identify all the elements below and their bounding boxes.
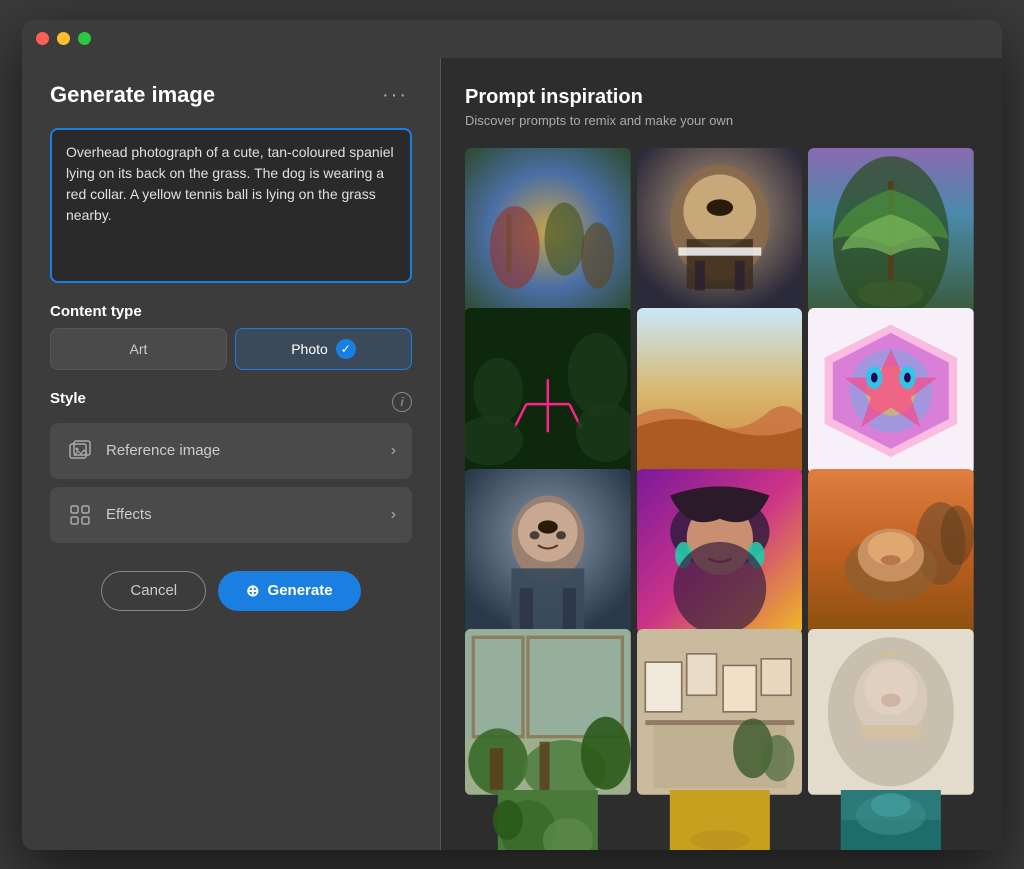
grid-image-15[interactable] — [808, 790, 974, 850]
style-row: Style i — [50, 390, 412, 415]
content-type-buttons: Art Photo ✓ — [50, 328, 412, 370]
more-options-button[interactable]: ··· — [378, 83, 412, 107]
effects-left: Effects — [66, 501, 152, 529]
actions-row: Cancel ⊕ Generate — [50, 571, 412, 611]
selected-checkmark: ✓ — [336, 339, 356, 359]
inspiration-title: Prompt inspiration — [465, 86, 978, 109]
traffic-lights — [36, 32, 91, 45]
grid-image-6[interactable] — [808, 308, 974, 474]
style-info-icon[interactable]: i — [392, 392, 412, 412]
grid-image-5[interactable] — [637, 308, 803, 474]
content-type-section: Content type Art Photo ✓ — [50, 303, 412, 370]
reference-image-left: Reference image — [66, 437, 220, 465]
main-content: Generate image ··· Overhead photograph o… — [22, 58, 1002, 850]
effects-chevron: › — [391, 506, 396, 524]
grid-image-7[interactable] — [465, 469, 631, 635]
grid-image-11[interactable] — [637, 629, 803, 795]
main-window: Generate image ··· Overhead photograph o… — [22, 20, 1002, 850]
maximize-button[interactable] — [78, 32, 91, 45]
panel-title: Generate image — [50, 82, 215, 108]
effects-icon — [66, 501, 94, 529]
effects-label: Effects — [106, 506, 152, 523]
prompt-textarea[interactable]: Overhead photograph of a cute, tan-colou… — [50, 128, 412, 283]
reference-image-chevron: › — [391, 442, 396, 460]
left-panel: Generate image ··· Overhead photograph o… — [22, 58, 440, 850]
effects-row[interactable]: Effects › — [50, 487, 412, 543]
grid-image-8[interactable] — [637, 469, 803, 635]
art-label: Art — [130, 341, 148, 357]
grid-image-1[interactable] — [465, 148, 631, 314]
grid-image-2[interactable] — [637, 148, 803, 314]
grid-image-12[interactable] — [808, 629, 974, 795]
titlebar — [22, 20, 1002, 58]
photo-button[interactable]: Photo ✓ — [235, 328, 412, 370]
art-button[interactable]: Art — [50, 328, 227, 370]
grid-image-4[interactable] — [465, 308, 631, 474]
cancel-button[interactable]: Cancel — [101, 571, 206, 611]
minimize-button[interactable] — [57, 32, 70, 45]
grid-image-10[interactable] — [465, 629, 631, 795]
reference-image-label: Reference image — [106, 442, 220, 459]
grid-image-14[interactable] — [637, 790, 803, 850]
right-panel: Prompt inspiration Discover prompts to r… — [441, 58, 1002, 850]
content-type-label: Content type — [50, 303, 412, 320]
grid-image-9[interactable] — [808, 469, 974, 635]
grid-image-3[interactable] — [808, 148, 974, 314]
generate-icon: ⊕ — [246, 581, 259, 601]
reference-image-icon — [66, 437, 94, 465]
generate-label: Generate — [268, 582, 333, 599]
photo-label: Photo — [291, 341, 328, 357]
image-grid — [465, 148, 978, 850]
inspiration-subtitle: Discover prompts to remix and make your … — [465, 113, 978, 128]
close-button[interactable] — [36, 32, 49, 45]
panel-header: Generate image ··· — [50, 82, 412, 108]
grid-image-13[interactable] — [465, 790, 631, 850]
style-label: Style — [50, 390, 86, 407]
reference-image-row[interactable]: Reference image › — [50, 423, 412, 479]
style-section: Style i — [50, 390, 412, 543]
generate-button[interactable]: ⊕ Generate — [218, 571, 360, 611]
